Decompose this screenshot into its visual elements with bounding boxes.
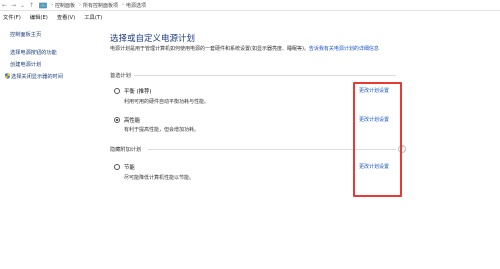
arrow-up-icon[interactable]: ↑ [27,2,36,9]
plan-balanced-name[interactable]: 平衡 (推荐) [124,87,151,95]
menu-file[interactable]: 文件(F) [3,13,21,21]
nav-create-power-plan[interactable]: 创建电源计划 [10,61,41,68]
page-description: 电源计划是用于管理计算机如何使用电源的一套硬件和系统设置(如显示器亮度、睡眠等)… [110,46,420,54]
breadcrumb-power-options[interactable]: 电源选项 [126,2,146,9]
menu-tools[interactable]: 工具(T) [84,13,102,21]
address-bar: ← → ⌄ ↑ › 控制面板 › 所有控制面板项 › 电源选项 [0,0,500,11]
page-title: 选择或自定义电源计划 [110,34,196,44]
control-panel-icon [39,2,47,8]
plan-balanced-desc: 利用可用的硬件自动平衡功耗与性能。 [124,99,210,105]
menu-bar: 文件(F) 编辑(E) 查看(V) 工具(T) [0,12,500,21]
breadcrumb-separator: › [51,2,53,8]
plan-high-performance-radio[interactable] [114,117,120,123]
plan-balanced-radio[interactable] [114,88,120,94]
arrow-left-icon[interactable]: ← [0,2,9,9]
breadcrumb-all-items[interactable]: 所有控制面板项 [83,2,118,9]
nav-display-off-time[interactable]: 选择关闭显示器的时间 [5,73,63,80]
preferred-plans-header: 首选计划 [110,73,131,79]
nav-control-panel-home[interactable]: 控制面板主页 [10,31,41,38]
learn-more-link[interactable]: 告诉我有关电源计划的详细信息 [309,46,379,52]
plan-high-performance-desc: 有利于提高性能，但会增加功耗。 [124,127,200,133]
plan-power-saver-desc: 尽可能降低计算机性能以节能。 [124,175,195,181]
section-divider [134,75,396,76]
plan-power-saver-name[interactable]: 节能 [124,163,135,171]
hidden-plans-header: 隐藏附加计划 [110,147,142,153]
power-options-window: ← → ⌄ ↑ › 控制面板 › 所有控制面板项 › 电源选项 文件(F) 编辑… [0,0,500,269]
breadcrumb-control-panel[interactable]: 控制面板 [55,2,75,9]
dropdown-icon[interactable]: ⌄ [18,2,27,9]
highlight-annotation-box [353,82,402,197]
plan-high-performance-name[interactable]: 高性能 [124,116,140,124]
breadcrumb-separator: › [122,2,125,8]
breadcrumb-separator: › [79,2,82,8]
nav-power-button-function[interactable]: 选择电源按钮的功能 [10,49,57,56]
nav-display-off-time-label: 选择关闭显示器的时间 [11,74,63,80]
description-text: 电源计划是用于管理计算机如何使用电源的一套硬件和系统设置(如显示器亮度、睡眠等)… [110,46,309,52]
menu-view[interactable]: 查看(V) [57,13,75,21]
menu-edit[interactable]: 编辑(E) [30,13,48,21]
main-content: 选择或自定义电源计划 电源计划是用于管理计算机如何使用电源的一套硬件和系统设置(… [98,22,500,269]
plan-power-saver-radio[interactable] [114,164,120,170]
left-nav-panel: 控制面板主页 选择电源按钮的功能 创建电源计划 选择关闭显示器的时间 [0,22,98,269]
arrow-right-icon[interactable]: → [9,2,18,9]
shield-icon [5,73,10,79]
